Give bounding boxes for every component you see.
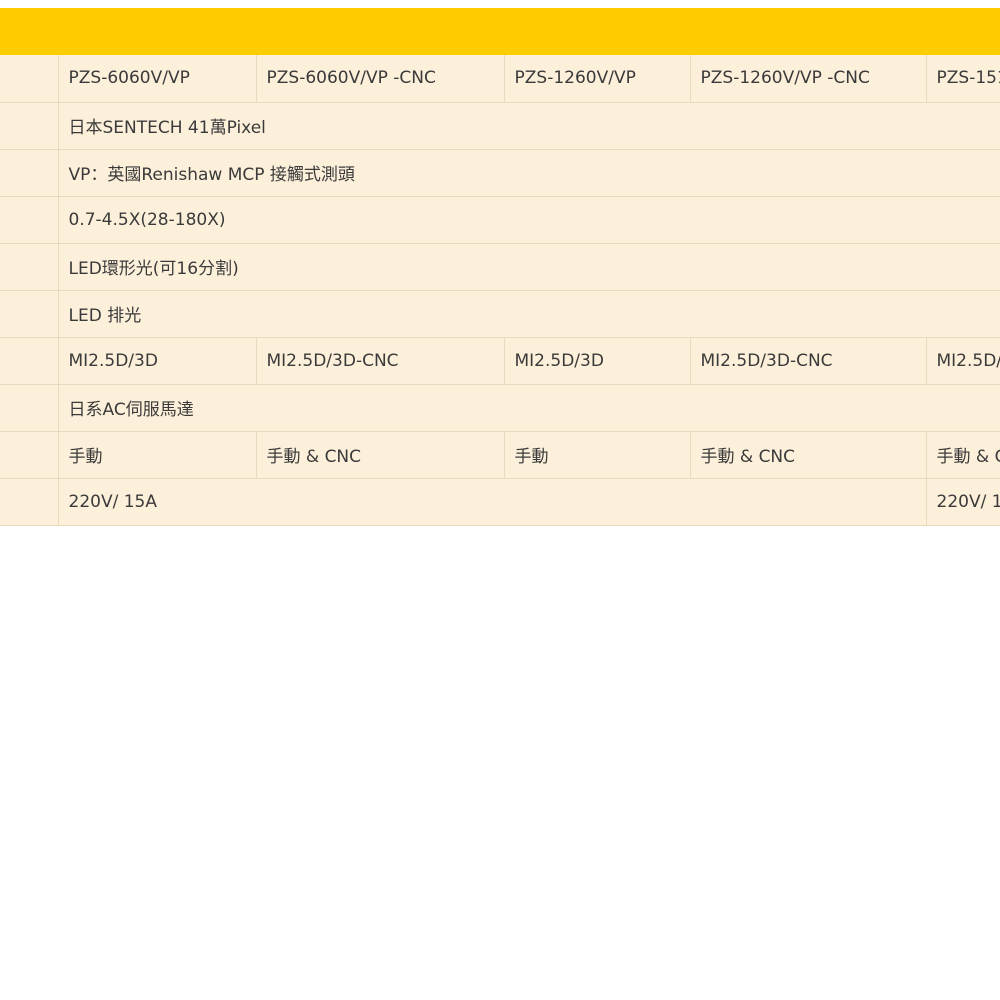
table-cell: LED環形光(可16分割) [58,243,1000,291]
table-cell: VP：英國Renishaw MCP 接觸式測頭 [58,149,1000,197]
spec-table: PZS-6060V/VP PZS-6060V/VP -CNC PZS-1260V/V… [0,55,1000,526]
table-cell: MI2.5D/3D [58,337,257,385]
top-spacing [0,0,1000,8]
row-label-cell [0,196,59,244]
table-row: VP：英國Renishaw MCP 接觸式測頭 [0,149,1000,197]
table-row: 220V/ 15A220V/ 18A [0,478,1000,526]
table-row: MI2.5D/3D MI2.5D/3D-CNC MI2.5D/3D MI2.5D/3D… [0,337,1000,385]
table-cell: PZS-6060V/VP [58,55,257,103]
row-label-cell [0,149,59,197]
table-cell: 0.7-4.5X(28-180X) [58,196,1000,244]
row-label-cell [0,102,59,150]
table-cell: 手動 [504,431,691,479]
table-row: LED環形光(可16分割) [0,243,1000,291]
table-row: 日本SENTECH 41萬Pixel [0,102,1000,150]
row-label-cell [0,431,59,479]
table-cell: PZS-1510V/VP [926,55,1000,103]
table-row: 日系AC伺服馬達 [0,384,1000,432]
spec-table-body: PZS-6060V/VP PZS-6060V/VP -CNC PZS-1260V/V… [0,55,1000,526]
table-cell: MI2.5D/3D-CNC [690,337,927,385]
table-cell: 220V/ 15A [58,478,927,526]
table-cell: 日本SENTECH 41萬Pixel [58,102,1000,150]
table-row: PZS-6060V/VP PZS-6060V/VP -CNC PZS-1260V/V… [0,55,1000,103]
table-row: LED 排光 [0,290,1000,338]
table-cell: MI2.5D/3D [926,337,1000,385]
row-label-cell [0,337,59,385]
table-cell: 220V/ 18A [926,478,1000,526]
table-row: 手動手動 & CNC手動手動 & CNC手動 & CNC [0,431,1000,479]
table-cell: MI2.5D/3D [504,337,691,385]
table-row: 0.7-4.5X(28-180X) [0,196,1000,244]
table-cell: PZS-1260V/VP -CNC [690,55,927,103]
row-label-cell [0,478,59,526]
table-header-bar [0,8,1000,55]
row-label-cell [0,384,59,432]
table-cell: MI2.5D/3D-CNC [256,337,505,385]
table-cell: 手動 [58,431,257,479]
table-cell: PZS-1260V/VP [504,55,691,103]
table-cell: 手動 & CNC [256,431,505,479]
table-cell: 日系AC伺服馬達 [58,384,1000,432]
table-cell: 手動 & CNC [926,431,1000,479]
row-label-cell [0,290,59,338]
table-cell: LED 排光 [58,290,1000,338]
spec-page: PZS-6060V/VP PZS-6060V/VP -CNC PZS-1260V/V… [0,0,1000,1000]
row-label-cell [0,55,59,103]
table-cell: 手動 & CNC [690,431,927,479]
row-label-cell [0,243,59,291]
table-cell: PZS-6060V/VP -CNC [256,55,505,103]
